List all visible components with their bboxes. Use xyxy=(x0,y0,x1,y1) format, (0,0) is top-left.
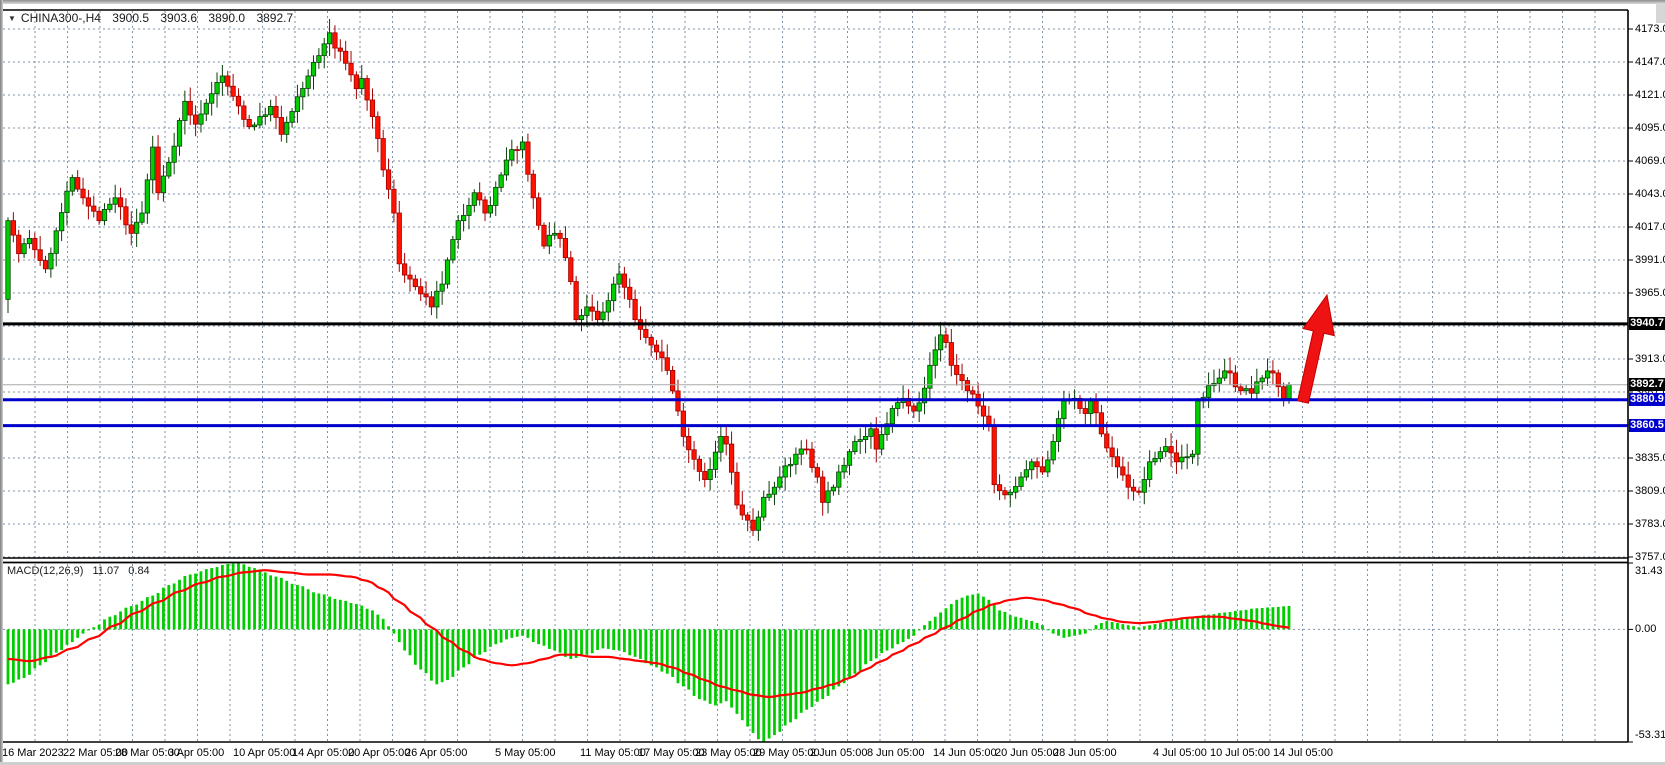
price-axis-label: 3991.0 xyxy=(1635,254,1665,266)
symbol-info-row: ▼ CHINA300-,H4 3900.5 3903.6 3890.0 3892.… xyxy=(8,11,293,25)
date-label: 20 Apr 05:00 xyxy=(348,747,410,759)
macd-axis-label: -53.31 xyxy=(1635,729,1665,741)
price-axis-label: 4095.0 xyxy=(1635,122,1665,134)
date-label: 10 Jul 05:00 xyxy=(1210,747,1270,759)
ohlc-open-value: 3900.5 xyxy=(112,11,149,25)
ohlc-close-value: 3892.7 xyxy=(256,11,293,25)
date-label: 28 Jun 05:00 xyxy=(1053,747,1117,759)
price-axis-label: 3783.0 xyxy=(1635,518,1665,530)
price-axis-label: 3965.0 xyxy=(1635,287,1665,299)
ohlc-low-value: 3890.0 xyxy=(208,11,245,25)
macd-main-value: 11.07 xyxy=(92,565,119,577)
date-label: 10 Apr 05:00 xyxy=(233,747,295,759)
macd-axis-label: 0.00 xyxy=(1635,623,1656,635)
price-axis-label: 3913.0 xyxy=(1635,353,1665,365)
price-axis-label: 3757.0 xyxy=(1635,551,1665,563)
window-left-edge xyxy=(0,0,3,765)
date-label: 5 May 05:00 xyxy=(495,747,556,759)
window-top-edge xyxy=(0,0,1665,4)
level-lines xyxy=(3,324,1628,426)
date-label: 14 Jun 05:00 xyxy=(933,747,997,759)
symbol-dropdown-icon[interactable]: ▼ xyxy=(8,14,16,23)
macd-title: MACD(12,26,9) xyxy=(7,565,83,577)
candlesticks xyxy=(6,19,1291,541)
price-axis-label: 4147.0 xyxy=(1635,56,1665,68)
date-label: 20 Jun 05:00 xyxy=(995,747,1059,759)
macd-histogram xyxy=(7,563,1291,742)
macd-info-row: MACD(12,26,9) 11.07 0.84 xyxy=(7,565,150,577)
chart-canvas[interactable] xyxy=(0,0,1665,765)
price-axis-label: 4173.0 xyxy=(1635,23,1665,35)
date-label: 26 Apr 05:00 xyxy=(405,747,467,759)
ohlc-high-value: 3903.6 xyxy=(160,11,197,25)
date-label: 14 Apr 05:00 xyxy=(292,747,354,759)
mt4-chart-window: ▼ CHINA300-,H4 3900.5 3903.6 3890.0 3892.… xyxy=(0,0,1665,765)
date-label: 4 Jul 05:00 xyxy=(1153,747,1207,759)
macd-axis-label: 31.43 xyxy=(1635,565,1663,577)
price-axis-label: 4069.0 xyxy=(1635,155,1665,167)
price-tag-support-lower: 3860.5 xyxy=(1629,419,1665,432)
price-tag-bid: 3892.7 xyxy=(1629,378,1665,391)
date-label: 8 Jun 05:00 xyxy=(867,747,925,759)
date-label: 2 Jun 05:00 xyxy=(810,747,868,759)
price-tag-support-upper: 3880.9 xyxy=(1629,393,1665,406)
date-label: 16 Mar 2023 xyxy=(2,747,64,759)
price-tag-resistance-line: 3940.7 xyxy=(1629,317,1665,330)
date-label: 11 May 05:00 xyxy=(580,747,646,759)
price-axis-label: 4043.0 xyxy=(1635,188,1665,200)
price-axis-label: 4121.0 xyxy=(1635,89,1665,101)
price-axis-label: 3835.0 xyxy=(1635,452,1665,464)
trend-up-arrow xyxy=(1298,295,1335,403)
date-label: 23 May 05:00 xyxy=(695,747,762,759)
scrollbar-corner xyxy=(1656,3,1665,23)
symbol-timeframe-label: CHINA300-,H4 xyxy=(21,11,101,25)
price-axis-label: 3809.0 xyxy=(1635,485,1665,497)
macd-signal-value: 0.84 xyxy=(128,565,149,577)
price-axis-label: 4017.0 xyxy=(1635,221,1665,233)
date-label: 14 Jul 05:00 xyxy=(1273,747,1333,759)
date-label: 3 Apr 05:00 xyxy=(168,747,224,759)
